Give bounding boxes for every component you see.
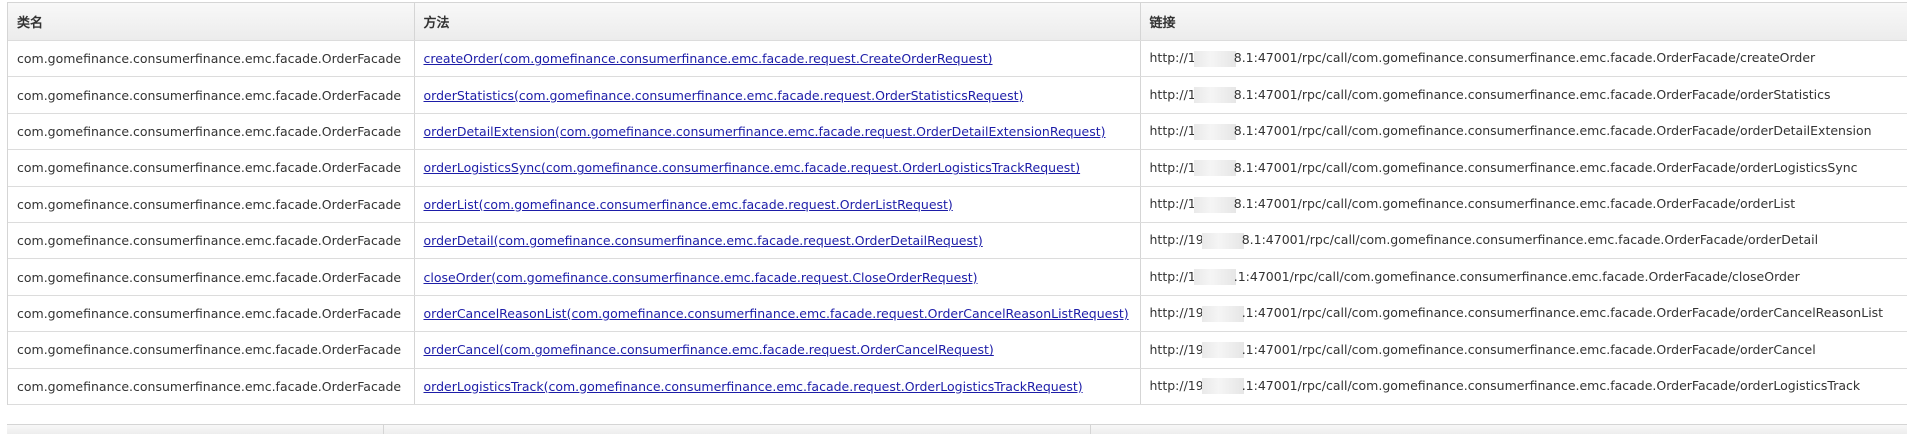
url-prefix: http://1 [1149, 159, 1196, 175]
url-suffix: 8.1:47001/rpc/call/com.gomefinance.consu… [1233, 50, 1816, 66]
method-link[interactable]: orderDetail(com.gomefinance.consumerfina… [424, 233, 983, 248]
table-row: com.gomefinance.consumerfinance.emc.faca… [8, 295, 1907, 333]
method-link[interactable]: orderStatistics(com.gomefinance.consumer… [424, 88, 1024, 103]
class-name-cell: com.gomefinance.consumerfinance.emc.faca… [8, 368, 415, 405]
redacted-ip-mask [1201, 305, 1244, 322]
method-cell: orderStatistics(com.gomefinance.consumer… [414, 76, 1141, 114]
url-suffix: 8.1:47001/rpc/call/com.gomefinance.consu… [1241, 232, 1819, 248]
table-row: com.gomefinance.consumerfinance.emc.faca… [8, 258, 1907, 296]
url-suffix: 8.1:47001/rpc/call/com.gomefinance.consu… [1233, 123, 1872, 139]
url-cell: http://1 .1:47001/rpc/call/com.gomefinanc… [1140, 258, 1907, 296]
url-suffix: .1:47001/rpc/call/com.gomefinance.consum… [1241, 341, 1816, 357]
url-prefix: http://19 [1149, 377, 1204, 393]
table-body: com.gomefinance.consumerfinance.emc.faca… [8, 40, 1907, 405]
url-suffix: 8.1:47001/rpc/call/com.gomefinance.consu… [1233, 86, 1831, 102]
redacted-ip-mask [1193, 196, 1236, 213]
url-cell: http://19 .1:47001/rpc/call/com.gomefinan… [1140, 331, 1907, 369]
method-cell: createOrder(com.gomefinance.consumerfina… [414, 40, 1141, 78]
method-link[interactable]: orderCancelReasonList(com.gomefinance.co… [424, 306, 1129, 321]
method-cell: orderDetail(com.gomefinance.consumerfina… [414, 222, 1141, 260]
url-prefix: http://19 [1149, 305, 1204, 321]
method-cell: orderCancel(com.gomefinance.consumerfina… [414, 331, 1141, 369]
redacted-ip-mask [1201, 342, 1244, 359]
url-suffix: .1:47001/rpc/call/com.gomefinance.consum… [1241, 377, 1861, 393]
column-header-method[interactable]: 方法 [414, 3, 1141, 41]
url-prefix: http://19 [1149, 341, 1204, 357]
class-name-cell: com.gomefinance.consumerfinance.emc.faca… [8, 149, 415, 187]
method-link[interactable]: orderList(com.gomefinance.consumerfinanc… [424, 197, 953, 212]
class-name-cell: com.gomefinance.consumerfinance.emc.faca… [8, 186, 415, 223]
class-name-cell: com.gomefinance.consumerfinance.emc.faca… [8, 76, 415, 114]
table-header: 类名 方法 链接 [8, 3, 1907, 41]
redacted-ip-mask [1193, 123, 1236, 140]
table-row: com.gomefinance.consumerfinance.emc.faca… [8, 149, 1907, 187]
url-cell: http://1 8.1:47001/rpc/call/com.gomefinan… [1140, 40, 1907, 78]
method-cell: orderDetailExtension(com.gomefinance.con… [414, 113, 1141, 151]
url-cell: http://1 8.1:47001/rpc/call/com.gomefinan… [1140, 186, 1907, 223]
url-prefix: http://1 [1149, 196, 1196, 211]
table-row: com.gomefinance.consumerfinance.emc.faca… [8, 40, 1907, 78]
url-prefix: http://1 [1149, 86, 1196, 102]
class-name-cell: com.gomefinance.consumerfinance.emc.faca… [8, 113, 415, 151]
class-name-cell: com.gomefinance.consumerfinance.emc.faca… [8, 331, 415, 369]
redacted-ip-mask [1193, 160, 1236, 177]
column-header-link[interactable]: 链接 [1140, 3, 1907, 41]
table-row: com.gomefinance.consumerfinance.emc.faca… [8, 222, 1907, 260]
method-cell: orderLogisticsTrack(com.gomefinance.cons… [414, 368, 1141, 405]
class-name-cell: com.gomefinance.consumerfinance.emc.faca… [8, 295, 415, 333]
redacted-ip-mask [1193, 269, 1236, 286]
url-suffix: 8.1:47001/rpc/call/com.gomefinance.consu… [1233, 196, 1796, 211]
class-name-cell: com.gomefinance.consumerfinance.emc.faca… [8, 40, 415, 78]
table-row: com.gomefinance.consumerfinance.emc.faca… [8, 186, 1907, 223]
url-cell: http://1 8.1:47001/rpc/call/com.gomefinan… [1140, 149, 1907, 187]
column-header-class-name[interactable]: 类名 [8, 3, 415, 41]
method-link[interactable]: orderLogisticsTrack(com.gomefinance.cons… [424, 379, 1083, 394]
method-link[interactable]: createOrder(com.gomefinance.consumerfina… [424, 51, 993, 66]
url-prefix: http://1 [1149, 268, 1196, 284]
url-cell: http://1 8.1:47001/rpc/call/com.gomefinan… [1140, 76, 1907, 114]
url-cell: http://19 .1:47001/rpc/call/com.gomefinan… [1140, 295, 1907, 333]
url-cell: http://19 .1:47001/rpc/call/com.gomefinan… [1140, 368, 1907, 405]
header-row: 类名 方法 链接 [8, 3, 1907, 41]
method-cell: orderCancelReasonList(com.gomefinance.co… [414, 295, 1141, 333]
table-row: com.gomefinance.consumerfinance.emc.faca… [8, 368, 1907, 405]
url-prefix: http://1 [1149, 50, 1196, 66]
method-link[interactable]: closeOrder(com.gomefinance.consumerfinan… [424, 270, 978, 285]
table-row: com.gomefinance.consumerfinance.emc.faca… [8, 76, 1907, 114]
method-cell: orderLogisticsSync(com.gomefinance.consu… [414, 149, 1141, 187]
table-row: com.gomefinance.consumerfinance.emc.faca… [8, 113, 1907, 151]
method-link[interactable]: orderDetailExtension(com.gomefinance.con… [424, 124, 1106, 139]
table-row: com.gomefinance.consumerfinance.emc.faca… [8, 331, 1907, 369]
method-cell: orderList(com.gomefinance.consumerfinanc… [414, 186, 1141, 223]
url-suffix: .1:47001/rpc/call/com.gomefinance.consum… [1233, 268, 1800, 284]
url-prefix: http://19 [1149, 232, 1204, 248]
url-prefix: http://1 [1149, 123, 1196, 139]
redacted-ip-mask [1201, 378, 1244, 395]
class-name-cell: com.gomefinance.consumerfinance.emc.faca… [8, 258, 415, 296]
method-link[interactable]: orderCancel(com.gomefinance.consumerfina… [424, 342, 994, 357]
rpc-method-table-container: 类名 方法 链接 com.gomefinance.consumerfinance… [7, 2, 1907, 405]
method-cell: closeOrder(com.gomefinance.consumerfinan… [414, 258, 1141, 296]
redacted-ip-mask [1193, 50, 1236, 67]
redacted-ip-mask [1201, 232, 1244, 249]
url-cell: http://19 8.1:47001/rpc/call/com.gomefina… [1140, 222, 1907, 260]
url-suffix: 8.1:47001/rpc/call/com.gomefinance.consu… [1233, 159, 1858, 175]
redacted-ip-mask [1193, 87, 1236, 104]
method-link[interactable]: orderLogisticsSync(com.gomefinance.consu… [424, 160, 1081, 175]
class-name-cell: com.gomefinance.consumerfinance.emc.faca… [8, 222, 415, 260]
url-cell: http://1 8.1:47001/rpc/call/com.gomefinan… [1140, 113, 1907, 151]
url-suffix: .1:47001/rpc/call/com.gomefinance.consum… [1241, 305, 1884, 321]
rpc-method-table: 类名 方法 链接 com.gomefinance.consumerfinance… [8, 3, 1907, 405]
